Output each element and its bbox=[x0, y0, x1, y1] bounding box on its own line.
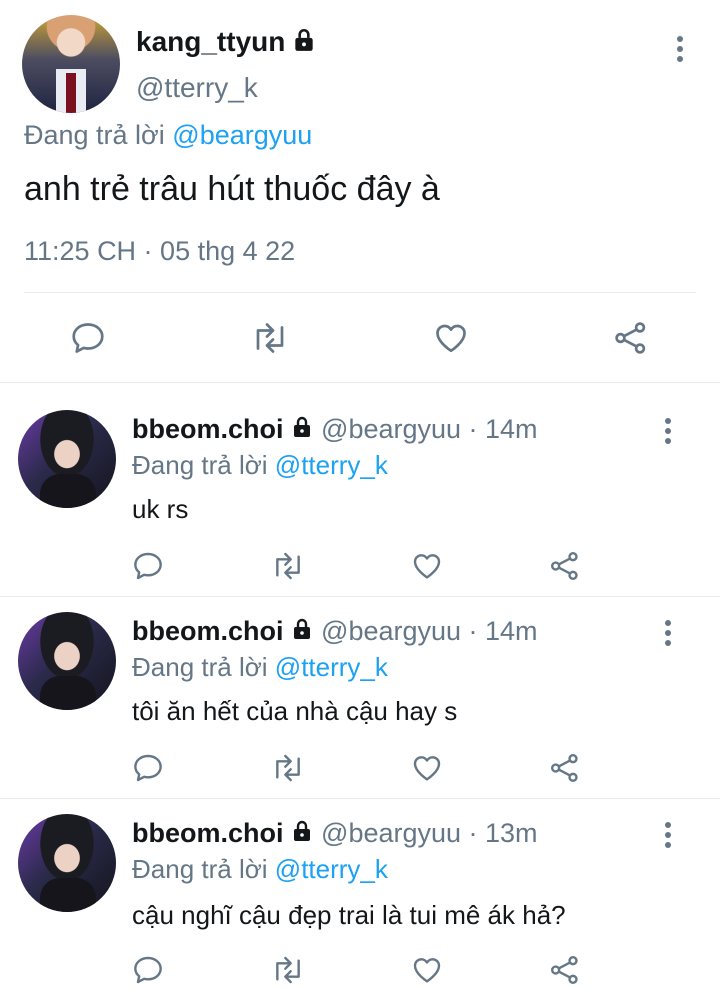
like-button[interactable] bbox=[410, 954, 444, 986]
reply-icon bbox=[134, 754, 162, 782]
share-button[interactable] bbox=[612, 320, 650, 356]
replying-to-link[interactable]: @tterry_k bbox=[275, 854, 388, 884]
divider bbox=[24, 292, 696, 293]
avatar[interactable] bbox=[18, 814, 116, 912]
divider bbox=[0, 596, 720, 597]
replying-prefix: Đang trả lời bbox=[132, 450, 268, 480]
share-icon bbox=[615, 322, 646, 354]
replying-prefix: Đang trả lời bbox=[24, 120, 165, 150]
retweet-button[interactable] bbox=[270, 752, 306, 784]
share-button[interactable] bbox=[548, 752, 582, 784]
author-name-row[interactable]: kang_ttyun bbox=[136, 26, 317, 60]
retweet-icon bbox=[276, 754, 300, 782]
author-name[interactable]: kang_ttyun bbox=[136, 26, 285, 57]
lock-icon bbox=[290, 617, 314, 648]
avatar[interactable] bbox=[22, 15, 120, 113]
author-name[interactable]: bbeom.choi bbox=[132, 818, 284, 848]
like-button[interactable] bbox=[410, 752, 444, 784]
divider bbox=[0, 798, 720, 799]
tweet-text: tôi ăn hết của nhà cậu hay s bbox=[132, 696, 458, 726]
replying-to: Đang trả lời @tterry_k bbox=[132, 450, 388, 481]
avatar-body bbox=[40, 676, 96, 710]
lock-icon bbox=[290, 415, 314, 446]
replying-to-link[interactable]: @beargyuu bbox=[172, 120, 312, 150]
replying-to: Đang trả lời @beargyuu bbox=[24, 120, 312, 151]
tweet-text: uk rs bbox=[132, 494, 189, 524]
reply-button[interactable] bbox=[132, 550, 164, 582]
retweet-button[interactable] bbox=[250, 320, 290, 356]
tweet-text: cậu nghĩ cậu đẹp trai là tui mê ák hả? bbox=[132, 900, 566, 930]
retweet-button[interactable] bbox=[270, 954, 306, 986]
tweet-text: anh trẻ trâu hút thuốc đây à bbox=[24, 170, 440, 208]
like-icon bbox=[413, 554, 441, 579]
tweet-timestamp[interactable]: 11:25 CH · 05 thg 4 22 bbox=[24, 236, 295, 267]
author-name-row[interactable]: bbeom.choi @beargyuu · 14m bbox=[132, 616, 538, 648]
divider bbox=[0, 382, 720, 383]
like-icon bbox=[413, 756, 441, 781]
avatar-body bbox=[40, 474, 96, 508]
share-icon bbox=[551, 754, 578, 782]
like-icon bbox=[436, 324, 466, 353]
avatar[interactable] bbox=[18, 410, 116, 508]
share-icon bbox=[551, 956, 578, 984]
replying-to: Đang trả lời @tterry_k bbox=[132, 652, 388, 683]
replying-to: Đang trả lời @tterry_k bbox=[132, 854, 388, 885]
like-button[interactable] bbox=[432, 320, 470, 356]
retweet-icon bbox=[276, 956, 300, 984]
reply-button[interactable] bbox=[70, 320, 106, 356]
share-button[interactable] bbox=[548, 954, 582, 986]
author-handle[interactable]: @tterry_k bbox=[136, 72, 258, 104]
avatar-tie bbox=[66, 73, 76, 113]
reply-button[interactable] bbox=[132, 954, 164, 986]
more-options-icon[interactable] bbox=[664, 822, 672, 848]
lock-icon bbox=[290, 819, 314, 850]
more-options-icon[interactable] bbox=[676, 36, 684, 62]
replying-to-link[interactable]: @tterry_k bbox=[275, 652, 388, 682]
share-button[interactable] bbox=[548, 550, 582, 582]
avatar[interactable] bbox=[18, 612, 116, 710]
author-handle-time[interactable]: @beargyuu · 14m bbox=[321, 414, 538, 444]
replying-prefix: Đang trả lời bbox=[132, 854, 268, 884]
lock-icon bbox=[291, 27, 317, 60]
author-name[interactable]: bbeom.choi bbox=[132, 414, 284, 444]
reply-button[interactable] bbox=[132, 752, 164, 784]
share-icon bbox=[551, 552, 578, 580]
reply-icon bbox=[134, 956, 162, 984]
replying-to-link[interactable]: @tterry_k bbox=[275, 450, 388, 480]
author-handle-time[interactable]: @beargyuu · 13m bbox=[321, 818, 538, 848]
like-icon bbox=[413, 958, 441, 983]
retweet-button[interactable] bbox=[270, 550, 306, 582]
like-button[interactable] bbox=[410, 550, 444, 582]
author-name-row[interactable]: bbeom.choi @beargyuu · 14m bbox=[132, 414, 538, 446]
retweet-icon bbox=[276, 552, 300, 580]
author-handle-time[interactable]: @beargyuu · 14m bbox=[321, 616, 538, 646]
author-name[interactable]: bbeom.choi bbox=[132, 616, 284, 646]
reply-icon bbox=[134, 552, 162, 580]
more-options-icon[interactable] bbox=[664, 418, 672, 444]
author-name-row[interactable]: bbeom.choi @beargyuu · 13m bbox=[132, 818, 538, 850]
replying-prefix: Đang trả lời bbox=[132, 652, 268, 682]
retweet-icon bbox=[256, 323, 284, 353]
avatar-body bbox=[40, 878, 96, 912]
more-options-icon[interactable] bbox=[664, 620, 672, 646]
reply-icon bbox=[72, 323, 104, 353]
